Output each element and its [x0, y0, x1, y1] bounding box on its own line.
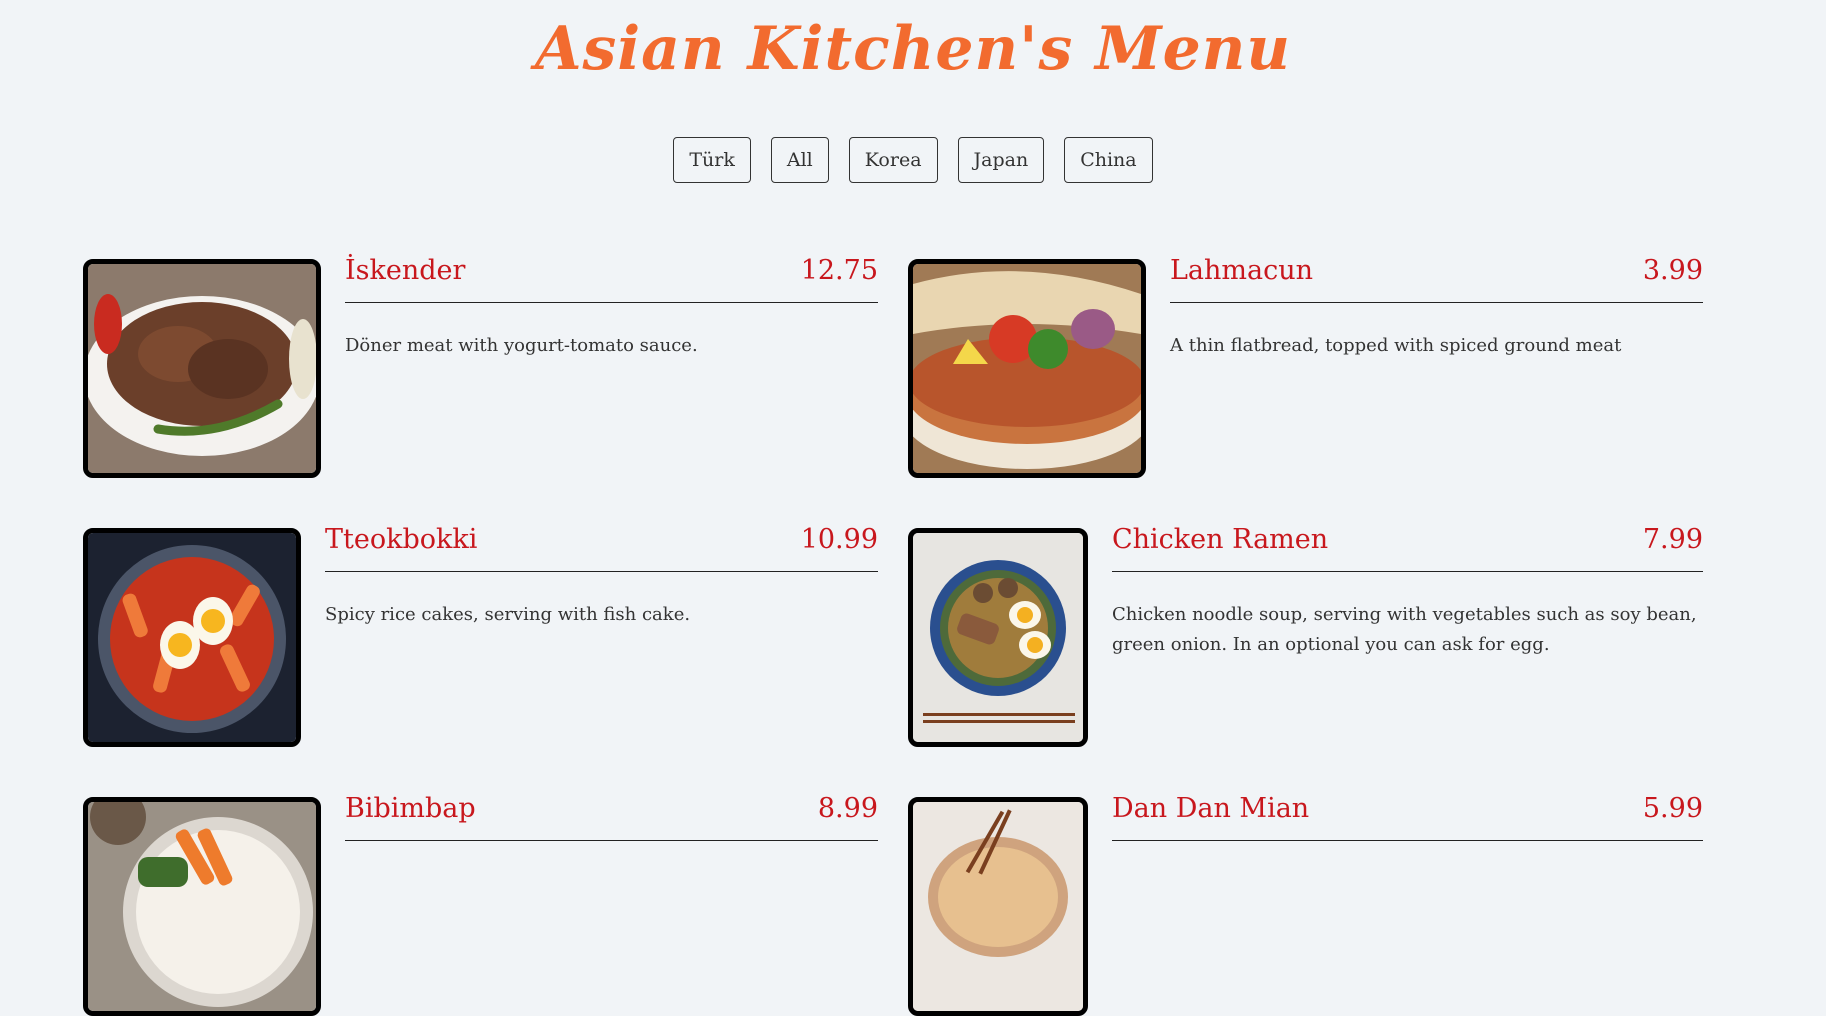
tteokbokki-photo	[83, 528, 301, 747]
filter-button-turk[interactable]: Türk	[673, 137, 751, 183]
item-price: 8.99	[817, 793, 878, 824]
item-price: 3.99	[1642, 255, 1703, 286]
item-name: Lahmacun	[1170, 255, 1314, 286]
ramen-photo	[908, 528, 1088, 747]
item-description: Spicy rice cakes, serving with fish cake…	[325, 604, 691, 625]
item-price: 7.99	[1642, 524, 1703, 555]
item-description: Chicken noodle soup, serving with vegeta…	[1112, 604, 1697, 655]
menu-item-tteokbokki: Tteokbokki 10.99 Spicy rice cakes, servi…	[83, 524, 878, 747]
tteokbokki-info: Tteokbokki 10.99 Spicy rice cakes, servi…	[325, 524, 878, 747]
menu-item-dan-dan-mian: Dan Dan Mian 5.99	[908, 793, 1703, 1016]
iskender-header: İskender 12.75	[345, 255, 878, 303]
menu-item-lahmacun: Lahmacun 3.99 A thin flatbread, topped w…	[908, 255, 1703, 478]
item-name: Dan Dan Mian	[1112, 793, 1310, 824]
item-price: 12.75	[800, 255, 878, 286]
page-title: Asian Kitchen's Menu	[535, 14, 1291, 84]
filter-button-japan[interactable]: Japan	[957, 137, 1045, 183]
category-filter-bar: Türk All Korea Japan China	[0, 137, 1826, 183]
item-name: Tteokbokki	[325, 524, 478, 555]
item-name: İskender	[345, 255, 466, 286]
dandanmian-info: Dan Dan Mian 5.99	[1112, 793, 1703, 1016]
filter-button-china[interactable]: China	[1064, 137, 1153, 183]
bibimbap-header: Bibimbap 8.99	[345, 793, 878, 841]
lahmacun-header: Lahmacun 3.99	[1170, 255, 1703, 303]
ramen-header: Chicken Ramen 7.99	[1112, 524, 1703, 572]
lahmacun-info: Lahmacun 3.99 A thin flatbread, topped w…	[1170, 255, 1703, 478]
dandanmian-photo	[908, 797, 1088, 1016]
bibimbap-photo	[83, 797, 321, 1016]
iskender-photo	[83, 259, 321, 478]
menu-item-iskender: İskender 12.75 Döner meat with yogurt-to…	[83, 255, 878, 478]
filter-button-all[interactable]: All	[770, 137, 829, 183]
filter-button-korea[interactable]: Korea	[848, 137, 938, 183]
ramen-info: Chicken Ramen 7.99 Chicken noodle soup, …	[1112, 524, 1703, 747]
bibimbap-info: Bibimbap 8.99	[345, 793, 878, 1016]
item-description: A thin flatbread, topped with spiced gro…	[1170, 335, 1622, 356]
tteokbokki-header: Tteokbokki 10.99	[325, 524, 878, 572]
lahmacun-photo	[908, 259, 1146, 478]
item-description: Döner meat with yogurt-tomato sauce.	[345, 335, 698, 356]
item-name: Chicken Ramen	[1112, 524, 1329, 555]
menu-item-chicken-ramen: Chicken Ramen 7.99 Chicken noodle soup, …	[908, 524, 1703, 747]
item-name: Bibimbap	[345, 793, 476, 824]
menu-item-bibimbap: Bibimbap 8.99	[83, 793, 878, 1016]
iskender-info: İskender 12.75 Döner meat with yogurt-to…	[345, 255, 878, 478]
item-price: 5.99	[1642, 793, 1703, 824]
item-price: 10.99	[800, 524, 878, 555]
dandanmian-header: Dan Dan Mian 5.99	[1112, 793, 1703, 841]
